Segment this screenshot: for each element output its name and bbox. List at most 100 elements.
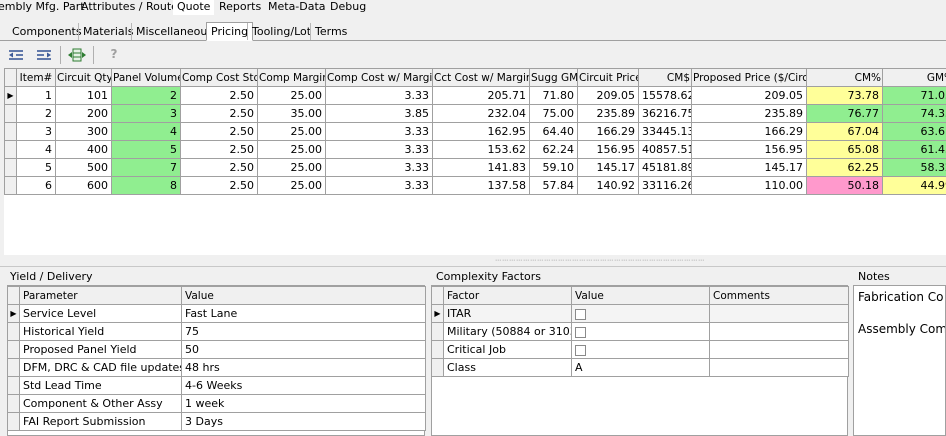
tab-meta-data[interactable]: Meta-Data [268, 0, 326, 15]
cell-sugg-gm[interactable]: 71.80 [529, 86, 578, 105]
yield-row[interactable]: FAI Report Submission 3 Days [7, 412, 426, 431]
cell-item[interactable]: 6 [16, 176, 56, 195]
cell-circuit-price[interactable]: 156.95 [577, 140, 639, 159]
checkbox[interactable] [575, 344, 586, 356]
cell-comp-cost-w-margin[interactable]: 3.33 [325, 86, 433, 105]
col-header-parameter[interactable]: Parameter [19, 286, 182, 305]
col-header-circuit-price[interactable]: Circuit Price [577, 68, 639, 87]
cell-comp-margin[interactable]: 25.00 [257, 176, 326, 195]
cell-proposed-price[interactable]: 110.00 [691, 176, 807, 195]
cell-gm-percent[interactable]: 71.05 [882, 86, 946, 105]
cell-comments[interactable] [709, 358, 849, 377]
cell-comp-cost-w-margin[interactable]: 3.85 [325, 104, 433, 123]
cell-comp-margin[interactable]: 25.00 [257, 158, 326, 177]
cell-comp-cost-w-margin[interactable]: 3.33 [325, 122, 433, 141]
tab-quote[interactable]: Quote [173, 0, 215, 15]
checkbox[interactable] [575, 326, 586, 338]
cell-proposed-price[interactable]: 156.95 [691, 140, 807, 159]
cell-comments[interactable] [709, 322, 849, 341]
indent-icon[interactable] [34, 46, 54, 64]
cell-cm-dollar[interactable]: 33445.13 [638, 122, 692, 141]
cell-comp-cost-std[interactable]: 2.50 [180, 158, 258, 177]
yield-row[interactable]: DFM, DRC & CAD file updates 48 hrs [7, 358, 426, 377]
cell-circuit-price[interactable]: 145.17 [577, 158, 639, 177]
cell-sugg-gm[interactable]: 75.00 [529, 104, 578, 123]
complexity-row[interactable]: ▶ ITAR [431, 304, 849, 323]
cell-comp-cost-std[interactable]: 2.50 [180, 140, 258, 159]
col-header-gm-percent[interactable]: GM% [882, 68, 946, 87]
cell-circuit-qty[interactable]: 101 [55, 86, 112, 105]
current-row-indicator-icon[interactable]: ▶ [7, 304, 20, 323]
cell-comp-cost-w-margin[interactable]: 3.33 [325, 158, 433, 177]
checkbox[interactable] [575, 308, 586, 320]
cell-panel-volume[interactable]: 4 [111, 122, 181, 141]
outdent-icon[interactable] [7, 46, 27, 64]
tab-tooling-lot[interactable]: Tooling/Lot [247, 23, 315, 40]
col-header-comments[interactable]: Comments [709, 286, 849, 305]
tab-components[interactable]: Components [8, 23, 86, 40]
row-header[interactable] [7, 376, 20, 395]
cell-gm-percent[interactable]: 74.35 [882, 104, 946, 123]
cell-comp-cost-std[interactable]: 2.50 [180, 122, 258, 141]
cell-circuit-qty[interactable]: 600 [55, 176, 112, 195]
yield-row[interactable]: ▶ Service Level Fast Lane [7, 304, 426, 323]
cell-item[interactable]: 3 [16, 122, 56, 141]
cell-value[interactable]: 3 Days [181, 412, 426, 431]
cell-value[interactable]: 75 [181, 322, 426, 341]
cell-value[interactable] [571, 304, 710, 323]
cell-panel-volume[interactable]: 7 [111, 158, 181, 177]
complexity-row[interactable]: Class A [431, 358, 849, 377]
complexity-row[interactable]: Critical Job [431, 340, 849, 359]
cell-proposed-price[interactable]: 209.05 [691, 86, 807, 105]
cell-comp-cost-std[interactable]: 2.50 [180, 176, 258, 195]
cell-gm-percent[interactable]: 63.61 [882, 122, 946, 141]
row-header[interactable] [7, 394, 20, 413]
tab-attributes-route[interactable]: Attributes / Route [81, 0, 178, 15]
cell-comp-margin[interactable]: 25.00 [257, 122, 326, 141]
row-header[interactable] [4, 122, 17, 141]
row-header[interactable] [7, 358, 20, 377]
tab-terms[interactable]: Terms [310, 23, 351, 40]
cell-cm-percent[interactable]: 50.18 [806, 176, 883, 195]
row-header[interactable] [7, 322, 20, 341]
cell-gm-percent[interactable]: 61.45 [882, 140, 946, 159]
cell-sugg-gm[interactable]: 59.10 [529, 158, 578, 177]
cell-cm-percent[interactable]: 62.25 [806, 158, 883, 177]
cell-cm-percent[interactable]: 73.78 [806, 86, 883, 105]
current-row-indicator-icon[interactable]: ▶ [4, 86, 17, 105]
pricing-row[interactable]: 3 300 4 2.50 25.00 3.33 162.95 64.40 166.29 33445… [4, 122, 946, 141]
col-header-circuit-qty[interactable]: Circuit Qty [55, 68, 112, 87]
cell-proposed-price[interactable]: 166.29 [691, 122, 807, 141]
pricing-row[interactable]: 6 600 8 2.50 25.00 3.33 137.58 57.84 140.92 33116… [4, 176, 946, 195]
complexity-row[interactable]: Military (50884 or 31032) [431, 322, 849, 341]
cell-comp-cost-std[interactable]: 2.50 [180, 104, 258, 123]
tab-reports[interactable]: Reports [219, 0, 261, 15]
cell-comp-margin[interactable]: 25.00 [257, 86, 326, 105]
cell-value[interactable] [571, 322, 710, 341]
cell-cm-percent[interactable]: 76.77 [806, 104, 883, 123]
cell-comp-cost-w-margin[interactable]: 3.33 [325, 176, 433, 195]
pricing-row[interactable]: 2 200 3 2.50 35.00 3.85 232.04 75.00 235.89 36216… [4, 104, 946, 123]
yield-row[interactable]: Proposed Panel Yield 50 [7, 340, 426, 359]
row-header[interactable] [7, 412, 20, 431]
col-header-cm-percent[interactable]: CM% [806, 68, 883, 87]
col-header-value[interactable]: Value [571, 286, 710, 305]
cell-cct-cost-w-margin[interactable]: 162.95 [432, 122, 530, 141]
cell-cm-dollar[interactable]: 15578.62 [638, 86, 692, 105]
cell-item[interactable]: 2 [16, 104, 56, 123]
cell-cct-cost-w-margin[interactable]: 137.58 [432, 176, 530, 195]
yield-row[interactable]: Historical Yield 75 [7, 322, 426, 341]
col-header-cm-dollar[interactable]: CM$ [638, 68, 692, 87]
cell-cm-dollar[interactable]: 33116.26 [638, 176, 692, 195]
cell-cct-cost-w-margin[interactable]: 232.04 [432, 104, 530, 123]
col-header-comp-margin[interactable]: Comp Margin [257, 68, 326, 87]
pricing-row[interactable]: ▶ 1 101 2 2.50 25.00 3.33 205.71 71.80 209.05 1557… [4, 86, 946, 105]
current-row-indicator-icon[interactable]: ▶ [431, 304, 444, 323]
tab-debug[interactable]: Debug [330, 0, 366, 15]
cell-comments[interactable] [709, 304, 849, 323]
cell-panel-volume[interactable]: 3 [111, 104, 181, 123]
cell-sugg-gm[interactable]: 64.40 [529, 122, 578, 141]
col-header-comp-cost-std[interactable]: Comp Cost Std [180, 68, 258, 87]
col-header-cct-cost-w-margin[interactable]: Cct Cost w/ Margin [432, 68, 530, 87]
cell-panel-volume[interactable]: 8 [111, 176, 181, 195]
